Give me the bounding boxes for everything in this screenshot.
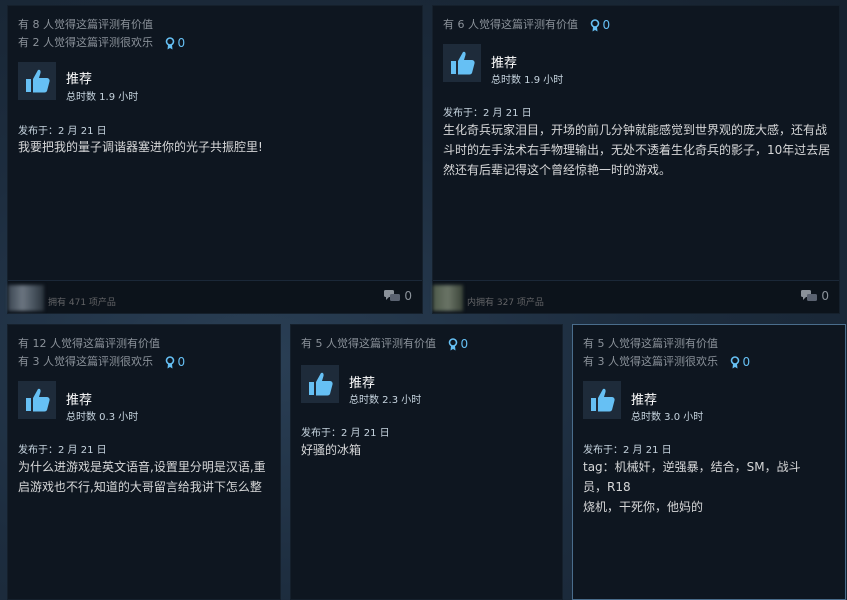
- review-text: tag：机械奸，逆强暴，结合，SM，战斗员，R18: [583, 460, 801, 494]
- review-card: 有 5 人觉得这篇评测有价值 0 推荐 总时数 2.3 小时 发布于：2 月 2…: [290, 324, 563, 600]
- award-button[interactable]: 0: [448, 337, 469, 351]
- hours-played: 总时数 1.9 小时: [66, 92, 139, 103]
- comment-count: 0: [821, 289, 829, 303]
- products-owned: 内拥有 327 项产品: [467, 298, 544, 308]
- posted-date: 发布于：2 月 21 日: [443, 108, 532, 119]
- comment-count: 0: [404, 289, 412, 303]
- thumbs-up-icon[interactable]: [443, 44, 481, 82]
- award-count: 0: [460, 337, 469, 351]
- posted-date: 发布于：2 月 21 日: [583, 445, 672, 456]
- comment-bubble-icon: [384, 290, 401, 301]
- review-text: 为什么进游戏是英文语音,设置里分明是汉语,重启游戏也不行,知道的大哥留言给我讲下…: [18, 460, 266, 494]
- thumbs-up-icon[interactable]: [18, 381, 56, 419]
- review-text: 我要把我的量子调谐器塞进你的光子共振腔里!: [18, 140, 263, 154]
- recommendation-title: 推荐: [491, 56, 518, 71]
- review-footer: 内拥有 327 项产品 0: [433, 280, 839, 313]
- review-text: 好骚的冰箱: [301, 443, 362, 457]
- posted-date: 发布于：2 月 21 日: [18, 445, 107, 456]
- hours-played: 总时数 1.9 小时: [491, 75, 564, 86]
- helpful-row: 有 5 人觉得这篇评测有价值 0: [301, 335, 468, 351]
- hours-played: 总时数 2.3 小时: [349, 395, 422, 406]
- funny-count: 有 3 人觉得这篇评测很欢乐: [583, 355, 718, 368]
- award-button[interactable]: 0: [165, 355, 186, 369]
- review-footer: 拥有 471 项产品 0: [8, 280, 422, 313]
- thumbs-up-icon[interactable]: [301, 365, 339, 403]
- award-button[interactable]: 0: [730, 355, 751, 369]
- helpful-count: 有 8 人觉得这篇评测有价值: [18, 18, 153, 31]
- helpful-row: 有 6 人觉得这篇评测有价值 0: [443, 16, 610, 32]
- review-card: 有 6 人觉得这篇评测有价值 0 推荐 总时数 1.9 小时 发布于：2 月 2…: [432, 5, 840, 314]
- review-card: 有 8 人觉得这篇评测有价值 有 2 人觉得这篇评测很欢乐 0 推荐 总时数 1…: [7, 5, 423, 314]
- funny-row: 有 3 人觉得这篇评测很欢乐 0: [18, 353, 185, 369]
- helpful-count: 有 6 人觉得这篇评测有价值: [443, 18, 578, 31]
- helpful-count: 有 5 人觉得这篇评测有价值: [301, 337, 436, 350]
- thumbs-up-icon[interactable]: [18, 62, 56, 100]
- award-count: 0: [742, 355, 751, 369]
- review-text-line2: 烧机，干死你，他妈的: [583, 500, 704, 514]
- funny-count: 有 3 人觉得这篇评测很欢乐: [18, 355, 153, 368]
- thumbs-up-icon[interactable]: [583, 381, 621, 419]
- helpful-count: 有 12 人觉得这篇评测有价值: [18, 337, 160, 350]
- review-card: 有 12 人觉得这篇评测有价值 有 3 人觉得这篇评测很欢乐 0 推荐 总时数 …: [7, 324, 281, 600]
- hours-played: 总时数 0.3 小时: [66, 412, 139, 423]
- review-text: 生化奇兵玩家泪目，开场的前几分钟就能感觉到世界观的庞大感，还有战斗时的左手法术右…: [443, 123, 831, 177]
- award-ribbon-icon: [448, 337, 457, 350]
- funny-count: 有 2 人觉得这篇评测很欢乐: [18, 36, 153, 49]
- award-button[interactable]: 0: [590, 18, 611, 32]
- avatar[interactable]: [8, 285, 44, 311]
- hours-played: 总时数 3.0 小时: [631, 412, 704, 423]
- award-button[interactable]: 0: [165, 36, 186, 50]
- recommendation-title: 推荐: [631, 393, 658, 408]
- posted-date: 发布于：2 月 21 日: [301, 428, 390, 439]
- funny-row: 有 2 人觉得这篇评测很欢乐 0: [18, 34, 185, 50]
- award-ribbon-icon: [730, 355, 739, 368]
- comments-button[interactable]: 0: [384, 289, 412, 303]
- award-count: 0: [177, 355, 186, 369]
- award-count: 0: [602, 18, 611, 32]
- award-ribbon-icon: [165, 355, 174, 368]
- review-card[interactable]: 有 5 人觉得这篇评测有价值 有 3 人觉得这篇评测很欢乐 0 推荐 总时数 3…: [572, 324, 846, 600]
- comments-button[interactable]: 0: [801, 289, 829, 303]
- helpful-count: 有 5 人觉得这篇评测有价值: [583, 337, 718, 350]
- recommendation-title: 推荐: [349, 376, 376, 391]
- posted-date: 发布于：2 月 21 日: [18, 126, 107, 137]
- award-ribbon-icon: [590, 18, 599, 31]
- recommendation-title: 推荐: [66, 393, 93, 408]
- products-owned: 拥有 471 项产品: [48, 298, 116, 308]
- recommendation-title: 推荐: [66, 72, 93, 87]
- award-count: 0: [177, 36, 186, 50]
- funny-row: 有 3 人觉得这篇评测很欢乐 0: [583, 353, 750, 369]
- avatar[interactable]: [433, 285, 463, 311]
- award-ribbon-icon: [165, 36, 174, 49]
- comment-bubble-icon: [801, 290, 818, 301]
